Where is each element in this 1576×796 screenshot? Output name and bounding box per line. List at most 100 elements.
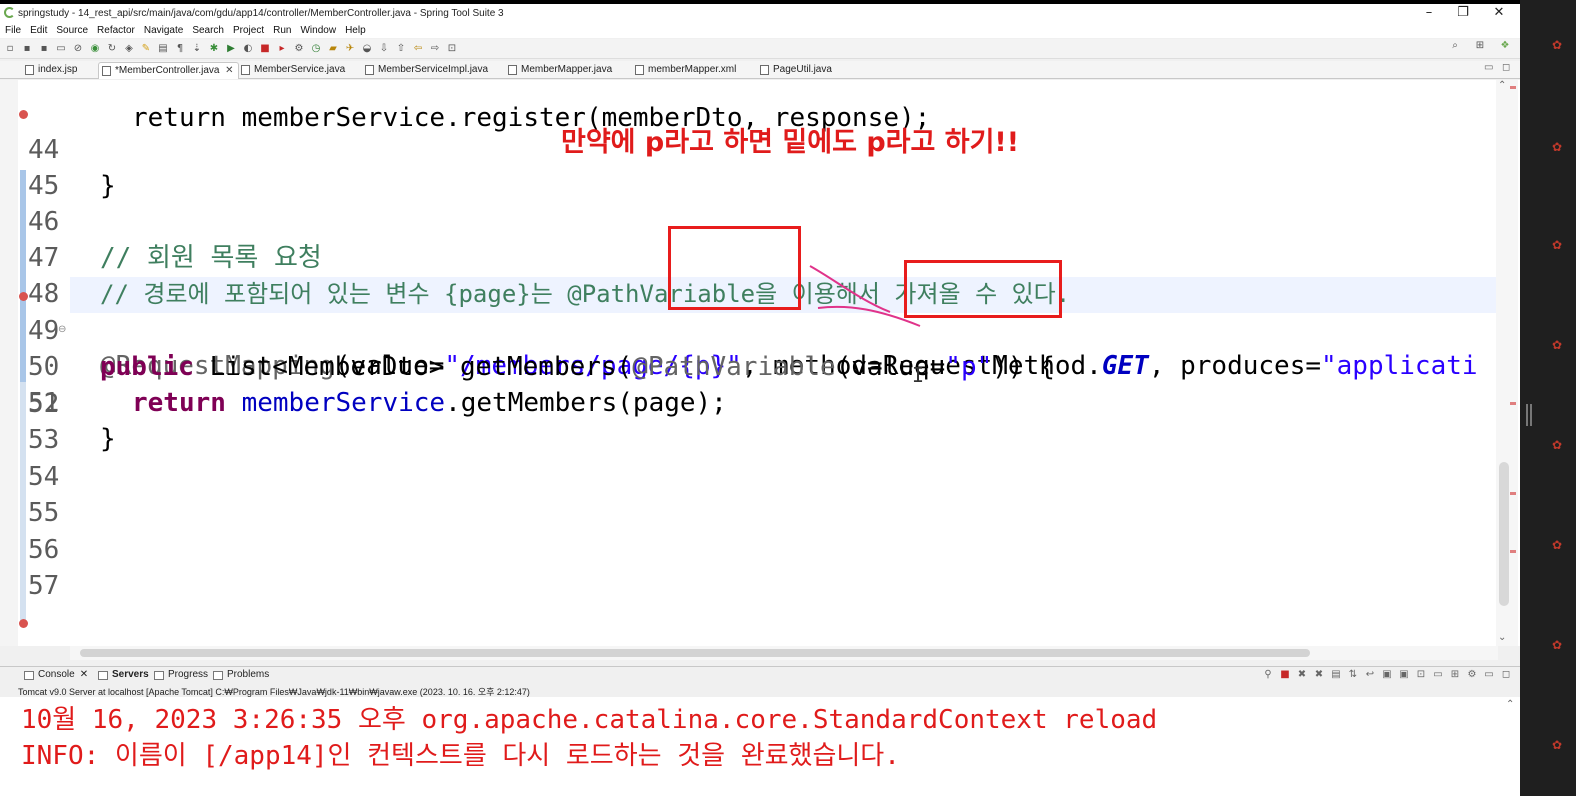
external-tools-icon[interactable]: ▸ [276,43,288,55]
coverage-icon[interactable]: ◐ [242,43,254,55]
code-editor[interactable]: return memberService.register(memberDto,… [0,80,1520,646]
start-server-icon[interactable]: ◷ [310,43,322,55]
open-task-icon[interactable]: ✈ [344,43,356,55]
print-icon[interactable]: ▭ [55,43,67,55]
save-all-icon[interactable]: ▪ [38,43,50,55]
close-tab-icon[interactable]: ✕ [225,63,233,79]
panel-grip[interactable] [1526,404,1528,426]
menu-project[interactable]: Project [233,25,264,36]
menu-edit[interactable]: Edit [30,25,47,36]
terminate-icon[interactable]: ■ [1279,669,1291,681]
prev-edit-icon[interactable]: ⇧ [395,43,407,55]
open-type-icon[interactable]: ◈ [123,43,135,55]
run-icon[interactable]: ▶ [225,43,237,55]
tab-problems[interactable]: Problems [213,669,269,680]
console-output[interactable]: 10월 16, 2023 3:26:35 오후 org.apache.catal… [0,697,1520,796]
skip-breakpoints-icon[interactable]: ⊘ [72,43,84,55]
menu-refactor[interactable]: Refactor [97,25,135,36]
recorder-icon[interactable]: ✿ [1550,238,1564,252]
overview-error-mark[interactable] [1510,86,1516,89]
word-wrap-icon[interactable]: ↩ [1364,669,1376,681]
menu-file[interactable]: File [5,25,21,36]
tab-member-mapper-xml[interactable]: memberMapper.xml [632,62,736,79]
menu-window[interactable]: Window [300,25,336,36]
maximize-editor-icon[interactable]: ◻ [1502,62,1510,73]
horizontal-scrollbar[interactable] [70,646,1498,660]
minimize-view-icon[interactable]: ▭ [1483,669,1495,681]
minimize-editor-icon[interactable]: ▭ [1484,62,1493,73]
stop-icon[interactable]: ■ [259,43,271,55]
restore-button[interactable]: ❐ [1448,4,1478,22]
next-annotation-icon[interactable]: ⇣ [191,43,203,55]
recorder-icon[interactable]: ✿ [1550,438,1564,452]
tab-console[interactable]: Console ✕ [24,669,88,680]
search-toolbar-icon[interactable]: ◒ [361,43,373,55]
remove-all-icon[interactable]: ✖ [1313,669,1325,681]
block-selection-icon[interactable]: ▤ [157,43,169,55]
tab-member-mapper[interactable]: MemberMapper.java [505,62,612,79]
back-icon[interactable]: ⇦ [412,43,424,55]
menu-help[interactable]: Help [345,25,366,36]
minimize-button[interactable]: – [1414,4,1444,22]
remove-launch-icon[interactable]: ✖ [1296,669,1308,681]
new-server-icon[interactable]: ⚙ [293,43,305,55]
spring-perspective-icon[interactable]: ❖ [1499,40,1511,52]
show-whitespace-icon[interactable]: ¶ [174,43,186,55]
vertical-scrollbar[interactable]: ⌃ ⌄ [1496,80,1518,646]
error-marker-icon[interactable] [19,110,28,119]
debug-icon[interactable]: ◉ [89,43,101,55]
recorder-icon[interactable]: ✿ [1550,140,1564,154]
scrollbar-thumb[interactable] [80,649,1310,657]
tab-member-service-impl[interactable]: MemberServiceImpl.java [362,62,488,79]
close-tab-icon[interactable]: ✕ [80,669,88,680]
tab-index-jsp[interactable]: index.jsp [22,62,77,79]
scrollbar-thumb[interactable] [1499,462,1509,606]
overview-error-mark[interactable] [1510,402,1516,405]
error-marker-icon[interactable] [19,619,28,628]
clear-console-icon[interactable]: ▤ [1330,669,1342,681]
recorder-icon[interactable]: ✿ [1550,38,1564,52]
panel-grip[interactable] [1530,404,1532,426]
forward-icon[interactable]: ⇨ [429,43,441,55]
new-icon[interactable]: ▫ [4,43,16,55]
line-number: 58 [28,641,64,646]
save-icon[interactable]: ▪ [21,43,33,55]
recorder-icon[interactable]: ✿ [1550,738,1564,752]
debug-run-icon[interactable]: ✱ [208,43,220,55]
pin-editor-icon[interactable]: ⊡ [446,43,458,55]
open-console-icon[interactable]: ⊞ [1449,669,1461,681]
menu-navigate[interactable]: Navigate [144,25,183,36]
scroll-up-icon[interactable]: ⌃ [1498,80,1506,91]
tab-member-controller[interactable]: *MemberController.java ✕ [98,62,239,79]
recorder-icon[interactable]: ✿ [1550,338,1564,352]
error-marker-icon[interactable] [19,292,28,301]
scroll-up-icon[interactable]: ⌃ [1506,699,1514,710]
menu-search[interactable]: Search [192,25,224,36]
tab-member-service[interactable]: MemberService.java [238,62,345,79]
overview-error-mark[interactable] [1510,550,1516,553]
maximize-view-icon[interactable]: ◻ [1500,669,1512,681]
show-on-error-icon[interactable]: ▣ [1398,669,1410,681]
open-perspective-icon[interactable]: ⊞ [1474,40,1486,52]
tab-progress[interactable]: Progress [154,669,208,680]
view-menu-icon[interactable]: ⚙ [1466,669,1478,681]
quick-search-icon[interactable]: ⌕ [1449,40,1461,52]
scroll-lock-icon[interactable]: ⇅ [1347,669,1359,681]
show-on-output-icon[interactable]: ▣ [1381,669,1393,681]
link-icon[interactable]: ⚲ [1262,669,1274,681]
menu-source[interactable]: Source [56,25,88,36]
display-console-icon[interactable]: ▭ [1432,669,1444,681]
tab-servers[interactable]: Servers [98,669,149,680]
open-folder-icon[interactable]: ▰ [327,43,339,55]
tab-page-util[interactable]: PageUtil.java [757,62,832,79]
close-button[interactable]: ✕ [1484,4,1514,22]
refresh-icon[interactable]: ↻ [106,43,118,55]
menu-run[interactable]: Run [273,25,291,36]
overview-error-mark[interactable] [1510,492,1516,495]
pin-console-icon[interactable]: ⊡ [1415,669,1427,681]
next-edit-icon[interactable]: ⇩ [378,43,390,55]
scroll-down-icon[interactable]: ⌄ [1498,632,1506,643]
recorder-icon[interactable]: ✿ [1550,538,1564,552]
mark-occurrences-icon[interactable]: ✎ [140,43,152,55]
recorder-icon[interactable]: ✿ [1550,638,1564,652]
